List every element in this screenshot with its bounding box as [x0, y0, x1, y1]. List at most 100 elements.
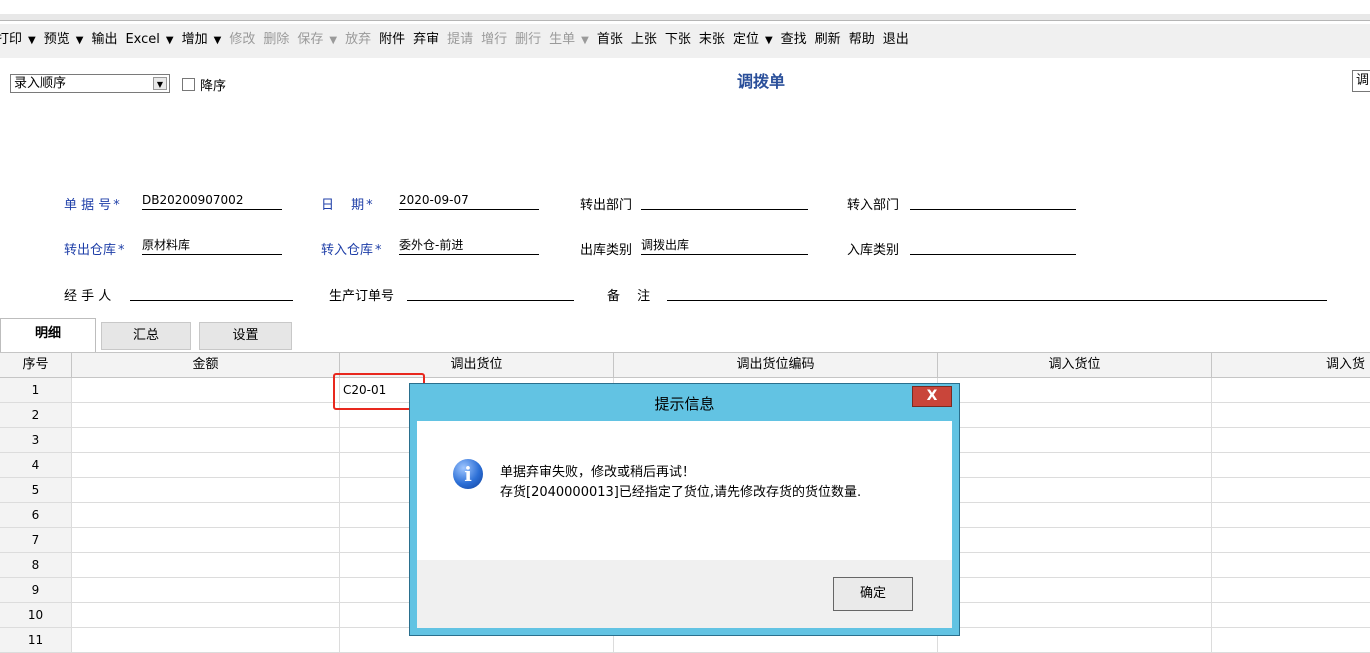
- cell-amount[interactable]: [72, 553, 340, 577]
- window-top-strip: [0, 0, 1370, 21]
- toolbar-button-19[interactable]: 定位 ▼: [729, 29, 777, 51]
- dropdown-arrow-icon[interactable]: ▼: [765, 35, 773, 46]
- grid-cell[interactable]: [1212, 428, 1370, 452]
- grid-cell[interactable]: [938, 603, 1212, 627]
- grid-cell[interactable]: [1212, 528, 1370, 552]
- toolbar-row: 打印 ▼ 预览 ▼ 输出 Excel ▼ 增加 ▼ 修改 删除 保存 ▼ 放弃 附件 弃审 提请 增行 删行 生单 ▼ 首…: [0, 29, 913, 51]
- grid-cell[interactable]: [938, 478, 1212, 502]
- grid-cell[interactable]: [1212, 403, 1370, 427]
- grid-cell[interactable]: [938, 528, 1212, 552]
- column-header-amount[interactable]: 金额: [72, 353, 340, 377]
- grid-cell[interactable]: [1212, 453, 1370, 477]
- toolbar-button-6[interactable]: 删除: [259, 29, 293, 51]
- toolbar-button-label: 末张: [698, 32, 725, 47]
- toolbar-button-0[interactable]: 打印 ▼: [0, 29, 40, 51]
- sort-order-value: 录入顺序: [14, 76, 67, 91]
- ok-button[interactable]: 确定: [833, 577, 913, 611]
- in-dept-field[interactable]: [910, 192, 1076, 210]
- toolbar-button-12[interactable]: 增行: [477, 29, 511, 51]
- tab-summary[interactable]: 汇总: [101, 322, 191, 350]
- toolbar-button-4[interactable]: 增加 ▼: [178, 29, 226, 51]
- tab-detail[interactable]: 明细: [0, 318, 96, 352]
- toolbar-button-2[interactable]: 输出: [87, 29, 121, 51]
- doc-no-field[interactable]: DB20200907002: [142, 192, 282, 210]
- grid-cell[interactable]: [938, 378, 1212, 402]
- dropdown-arrow-icon[interactable]: ▼: [329, 35, 337, 46]
- toolbar-button-13[interactable]: 删行: [511, 29, 545, 51]
- toolbar-button-9[interactable]: 附件: [375, 29, 409, 51]
- grid-cell[interactable]: [938, 553, 1212, 577]
- remark-field[interactable]: [667, 283, 1327, 301]
- grid-cell[interactable]: [938, 578, 1212, 602]
- cell-amount[interactable]: [72, 428, 340, 452]
- cell-amount[interactable]: [72, 453, 340, 477]
- detail-grid: 序号 金额 调出货位 调出货位编码 调入货位 调入货 1 C20-01 2 3 4 5 6 7…: [0, 352, 1370, 653]
- out-warehouse-field[interactable]: 原材料库: [142, 237, 282, 255]
- descending-checkbox[interactable]: [182, 78, 195, 91]
- date-field[interactable]: 2020-09-07: [399, 192, 539, 210]
- grid-cell[interactable]: [938, 453, 1212, 477]
- dropdown-arrow-icon[interactable]: ▼: [28, 35, 36, 46]
- close-button[interactable]: X: [912, 386, 952, 407]
- dropdown-arrow-icon[interactable]: ▼: [166, 35, 174, 46]
- toolbar-button-5[interactable]: 修改: [225, 29, 259, 51]
- right-edge-field[interactable]: 调: [1352, 70, 1370, 92]
- row-number: 10: [0, 603, 72, 627]
- toolbar-button-17[interactable]: 下张: [661, 29, 695, 51]
- toolbar-button-10[interactable]: 弃审: [409, 29, 443, 51]
- toolbar-button-11[interactable]: 提请: [443, 29, 477, 51]
- grid-cell[interactable]: [938, 628, 1212, 652]
- handler-field[interactable]: [130, 283, 293, 301]
- grid-cell[interactable]: [1212, 478, 1370, 502]
- grid-cell[interactable]: [1212, 578, 1370, 602]
- cell-amount[interactable]: [72, 528, 340, 552]
- column-header-in-location[interactable]: 调入货位: [938, 353, 1212, 377]
- row-number: 2: [0, 403, 72, 427]
- grid-cell[interactable]: [1212, 503, 1370, 527]
- column-header-in-location-code[interactable]: 调入货: [1212, 353, 1370, 377]
- toolbar-button-18[interactable]: 末张: [695, 29, 729, 51]
- toolbar-button-1[interactable]: 预览 ▼: [40, 29, 88, 51]
- toolbar-button-16[interactable]: 上张: [627, 29, 661, 51]
- toolbar-button-7[interactable]: 保存 ▼: [293, 29, 341, 51]
- dropdown-arrow-icon[interactable]: ▼: [76, 35, 84, 46]
- chevron-down-icon[interactable]: ▼: [153, 77, 167, 90]
- grid-cell[interactable]: [938, 503, 1212, 527]
- grid-cell[interactable]: [1212, 628, 1370, 652]
- cell-amount[interactable]: [72, 503, 340, 527]
- grid-cell[interactable]: [1212, 553, 1370, 577]
- cell-amount[interactable]: [72, 378, 340, 402]
- prod-order-field[interactable]: [407, 283, 574, 301]
- column-header-out-location-code[interactable]: 调出货位编码: [614, 353, 938, 377]
- out-dept-field[interactable]: [641, 192, 808, 210]
- in-warehouse-field[interactable]: 委外仓-前进: [399, 237, 539, 255]
- cell-amount[interactable]: [72, 403, 340, 427]
- dropdown-arrow-icon[interactable]: ▼: [581, 35, 589, 46]
- toolbar-button-15[interactable]: 首张: [593, 29, 627, 51]
- tab-settings[interactable]: 设置: [199, 322, 292, 350]
- toolbar-button-21[interactable]: 刷新: [811, 29, 845, 51]
- grid-cell[interactable]: [1212, 378, 1370, 402]
- cell-amount[interactable]: [72, 478, 340, 502]
- grid-cell[interactable]: [1212, 603, 1370, 627]
- grid-cell[interactable]: [938, 403, 1212, 427]
- cell-amount[interactable]: [72, 603, 340, 627]
- out-type-field[interactable]: 调拨出库: [641, 237, 808, 255]
- toolbar-button-8[interactable]: 放弃: [341, 29, 375, 51]
- sort-order-select[interactable]: 录入顺序 ▼: [10, 74, 170, 93]
- grid-cell[interactable]: [938, 428, 1212, 452]
- toolbar-button-label: 增行: [481, 32, 508, 47]
- toolbar-button-14[interactable]: 生单 ▼: [545, 29, 593, 51]
- dropdown-arrow-icon[interactable]: ▼: [214, 35, 222, 46]
- cell-amount[interactable]: [72, 578, 340, 602]
- toolbar-button-20[interactable]: 查找: [777, 29, 811, 51]
- toolbar-button-23[interactable]: 退出: [879, 29, 913, 51]
- dialog-message-line2: 存货[2040000013]已经指定了货位,请先修改存货的货位数量.: [500, 485, 862, 500]
- cell-amount[interactable]: [72, 628, 340, 652]
- toolbar-button-3[interactable]: Excel ▼: [121, 29, 177, 51]
- in-type-field[interactable]: [910, 237, 1076, 255]
- toolbar-button-22[interactable]: 帮助: [845, 29, 879, 51]
- dialog-message-line1: 单据弃审失败，修改或稍后再试！: [500, 465, 696, 480]
- info-icon: i: [453, 459, 483, 489]
- column-header-seq[interactable]: 序号: [0, 353, 72, 377]
